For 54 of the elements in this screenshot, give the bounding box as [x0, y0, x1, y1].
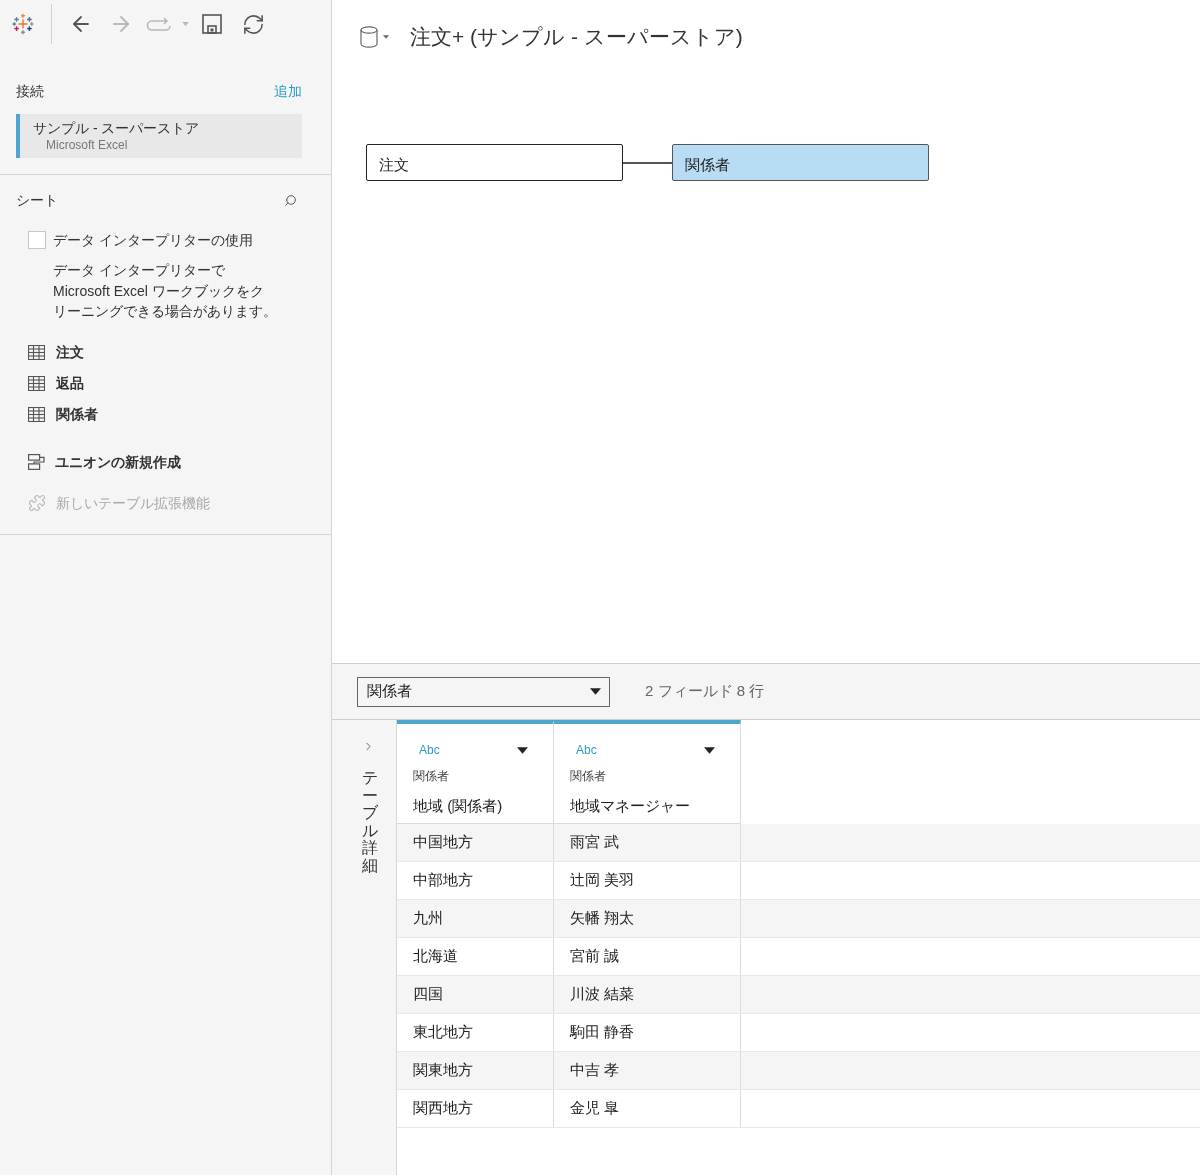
- join-line: [623, 161, 672, 164]
- data-source-title: 注文+ (サンプル - スーパーストア): [410, 24, 743, 50]
- puzzle-icon: [28, 494, 46, 512]
- caret-icon[interactable]: [517, 746, 528, 754]
- table-cell: 宮前 誠: [554, 938, 741, 975]
- union-icon: [28, 454, 45, 470]
- column-name: 地域マネージャー: [570, 797, 691, 815]
- caret-icon[interactable]: [704, 746, 715, 754]
- table-cell: 関東地方: [397, 1052, 554, 1089]
- connection-name: サンプル - スーパーストア: [33, 119, 201, 137]
- table-icon: [28, 406, 45, 422]
- details-panel-label[interactable]: テーブル詳細: [362, 769, 378, 875]
- checkbox-label[interactable]: データ インタープリターの使用: [53, 230, 253, 250]
- save-icon[interactable]: [202, 14, 222, 34]
- column-name: 地域 (関係者): [413, 797, 504, 815]
- sheet-name[interactable]: 関係者: [56, 403, 98, 425]
- table-cell: 雨宮 武: [554, 824, 741, 861]
- source-table-label: 関係者: [570, 769, 607, 783]
- table-node[interactable]: 関係者: [672, 144, 929, 181]
- table-cell: 川波 結菜: [554, 976, 741, 1013]
- refresh-icon[interactable]: [242, 12, 265, 36]
- data-type-label: Abc: [576, 743, 597, 757]
- sheet-name[interactable]: 返品: [56, 372, 84, 394]
- table-select[interactable]: 関係者: [357, 676, 610, 707]
- sheet-name[interactable]: 注文: [56, 341, 84, 363]
- logo-icon[interactable]: [12, 13, 34, 35]
- search-icon[interactable]: [284, 193, 297, 207]
- action-label[interactable]: ユニオンの新規作成: [55, 451, 181, 473]
- table-cell: 中国地方: [397, 824, 554, 861]
- table-cell: 四国: [397, 976, 554, 1013]
- table-cell: 金児 皐: [554, 1090, 741, 1127]
- table-node[interactable]: 注文: [366, 144, 623, 181]
- interpreter-description: データ インタープリターで Microsoft Excel ワークブックをクリーニングできる場合があります。: [53, 261, 277, 321]
- table-cell: 中吉 孝: [554, 1052, 741, 1089]
- checkbox[interactable]: [28, 231, 46, 249]
- field-row-count: 2 フィールド 8 行: [645, 681, 765, 702]
- caret-icon: [590, 688, 601, 695]
- table-cell: 辻岡 美羽: [554, 862, 741, 899]
- section-heading: 接続: [16, 82, 44, 101]
- connection-item[interactable]: サンプル - スーパーストア Microsoft Excel: [16, 114, 302, 158]
- connection-type: Microsoft Excel: [45, 137, 129, 153]
- table-cell: 矢幡 翔太: [554, 900, 741, 937]
- data-type-label: Abc: [419, 743, 440, 757]
- table-cell: 関西地方: [397, 1090, 554, 1127]
- table-icon: [28, 375, 45, 391]
- table-cell: 九州: [397, 900, 554, 937]
- table-cell: 東北地方: [397, 1014, 554, 1051]
- table-cell: 中部地方: [397, 862, 554, 899]
- table-cell: 北海道: [397, 938, 554, 975]
- table-cell: 駒田 静香: [554, 1014, 741, 1051]
- section-heading: シート: [16, 191, 58, 210]
- source-table-label: 関係者: [413, 769, 450, 783]
- database-icon[interactable]: [360, 26, 378, 48]
- table-icon: [28, 344, 45, 360]
